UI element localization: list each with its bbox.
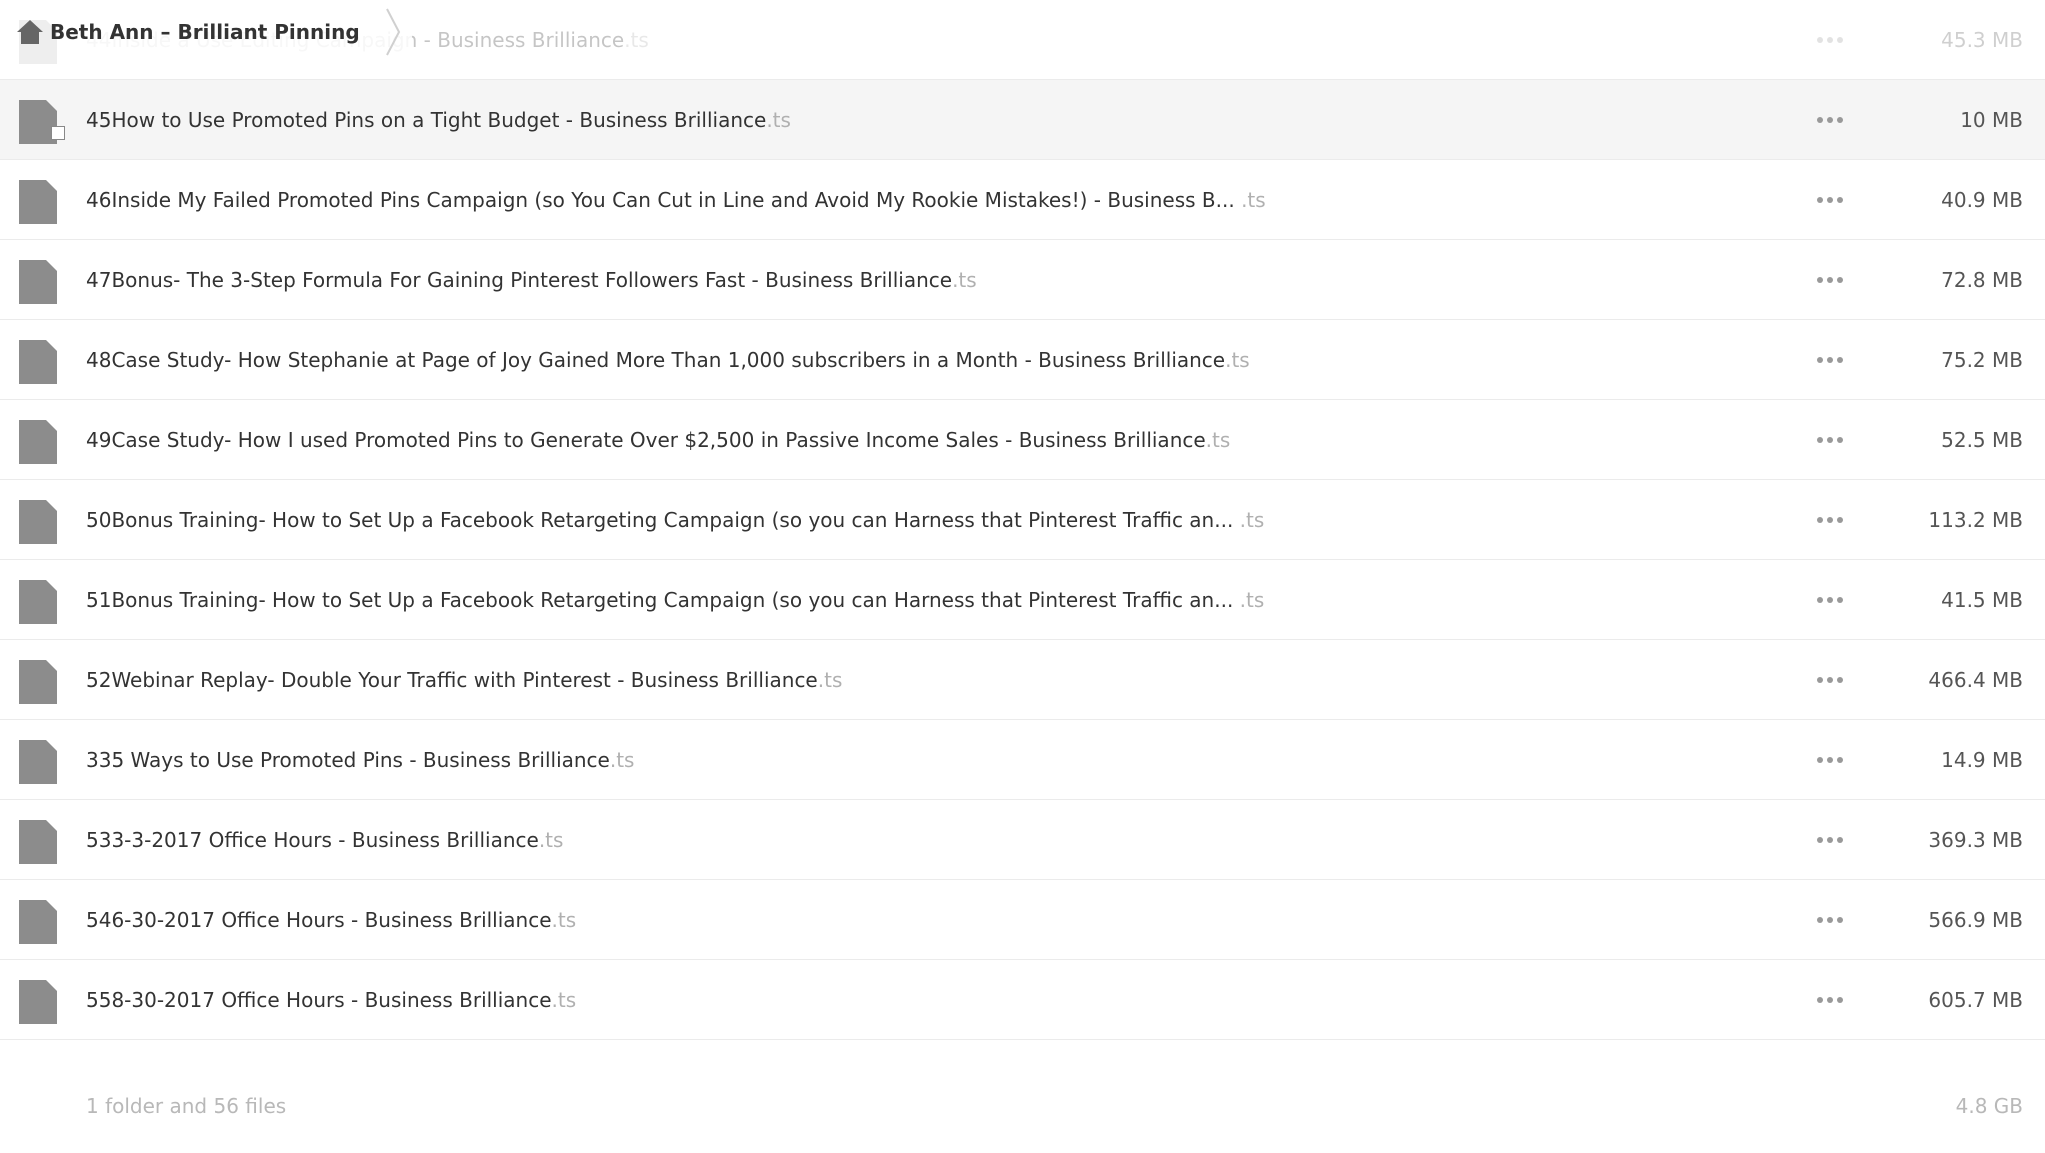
more-options-icon[interactable]	[1817, 670, 1843, 690]
more-options-icon[interactable]	[1817, 910, 1843, 930]
more-options-icon[interactable]	[1817, 510, 1843, 530]
file-icon	[19, 820, 57, 864]
file-icon	[19, 980, 57, 1024]
file-row[interactable]: 51Bonus Training- How to Set Up a Facebo…	[0, 560, 2045, 640]
more-options-icon[interactable]	[1817, 990, 1843, 1010]
file-icon	[19, 260, 57, 304]
chevron-right-icon	[385, 8, 400, 56]
breadcrumb: Beth Ann – Brilliant Pinning	[0, 0, 412, 64]
file-row[interactable]: 47Bonus- The 3-Step Formula For Gaining …	[0, 240, 2045, 320]
select-checkbox[interactable]	[51, 126, 65, 140]
file-size: 10 MB	[1960, 108, 2023, 132]
file-name-text: 45How to Use Promoted Pins on a Tight Bu…	[86, 108, 767, 132]
files-page: 44Inside a Use Editing Campaign - Busine…	[0, 0, 2045, 1153]
file-name-text: 51Bonus Training- How to Set Up a Facebo…	[86, 588, 1234, 612]
file-name-text: 48Case Study- How Stephanie at Page of J…	[86, 348, 1226, 372]
home-icon[interactable]	[16, 19, 44, 45]
file-icon	[19, 740, 57, 784]
file-name[interactable]: 49Case Study- How I used Promoted Pins t…	[86, 426, 1230, 454]
file-size: 75.2 MB	[1941, 348, 2023, 372]
file-name[interactable]: 558-30-2017 Office Hours - Business Bril…	[86, 986, 576, 1014]
file-extension: .ts	[624, 28, 649, 52]
file-name[interactable]: 46Inside My Failed Promoted Pins Campaig…	[86, 186, 1266, 214]
file-name-text: 47Bonus- The 3-Step Formula For Gaining …	[86, 268, 953, 292]
file-name[interactable]: 47Bonus- The 3-Step Formula For Gaining …	[86, 266, 977, 294]
file-size: 466.4 MB	[1928, 668, 2023, 692]
more-options-icon[interactable]	[1817, 750, 1843, 770]
file-name[interactable]: 533-3-2017 Office Hours - Business Brill…	[86, 826, 563, 854]
file-name-text: 49Case Study- How I used Promoted Pins t…	[86, 428, 1206, 452]
file-row[interactable]: 546-30-2017 Office Hours - Business Bril…	[0, 880, 2045, 960]
file-extension: .ts	[1241, 188, 1266, 212]
file-icon	[19, 340, 57, 384]
file-extension: .ts	[1239, 508, 1265, 532]
more-options-icon[interactable]	[1817, 110, 1843, 130]
file-name[interactable]: 50Bonus Training- How to Set Up a Facebo…	[86, 506, 1264, 534]
file-size: 45.3 MB	[1941, 28, 2023, 52]
more-options-icon[interactable]	[1817, 590, 1843, 610]
file-name[interactable]: 48Case Study- How Stephanie at Page of J…	[86, 346, 1250, 374]
file-name[interactable]: 546-30-2017 Office Hours - Business Bril…	[86, 906, 576, 934]
folder-summary: 1 folder and 56 files 4.8 GB	[0, 1080, 2045, 1140]
summary-total-size: 4.8 GB	[1955, 1094, 2023, 1118]
file-extension: .ts	[1225, 348, 1250, 372]
file-size: 41.5 MB	[1941, 588, 2023, 612]
more-options-icon[interactable]	[1817, 830, 1843, 850]
file-row[interactable]: 45How to Use Promoted Pins on a Tight Bu…	[0, 80, 2045, 160]
file-row[interactable]: 49Case Study- How I used Promoted Pins t…	[0, 400, 2045, 480]
file-extension: .ts	[609, 748, 635, 772]
file-icon	[19, 660, 57, 704]
file-row[interactable]: 50Bonus Training- How to Set Up a Facebo…	[0, 480, 2045, 560]
file-name-text: 52Webinar Replay- Double Your Traffic wi…	[86, 668, 818, 692]
file-icon	[19, 180, 57, 224]
file-list: 44Inside a Use Editing Campaign - Busine…	[0, 16, 2045, 1040]
file-size: 14.9 MB	[1941, 748, 2023, 772]
file-name-text: 50Bonus Training- How to Set Up a Facebo…	[86, 508, 1234, 532]
file-size: 52.5 MB	[1941, 428, 2023, 452]
file-icon	[19, 900, 57, 944]
file-icon	[19, 580, 57, 624]
file-name[interactable]: 45How to Use Promoted Pins on a Tight Bu…	[86, 106, 791, 134]
file-size: 72.8 MB	[1941, 268, 2023, 292]
more-options-icon[interactable]	[1817, 430, 1843, 450]
file-row[interactable]: 46Inside My Failed Promoted Pins Campaig…	[0, 160, 2045, 240]
file-extension: .ts	[1205, 428, 1231, 452]
file-row[interactable]: 48Case Study- How Stephanie at Page of J…	[0, 320, 2045, 400]
file-size: 566.9 MB	[1928, 908, 2023, 932]
file-extension: .ts	[551, 908, 577, 932]
file-name[interactable]: 51Bonus Training- How to Set Up a Facebo…	[86, 586, 1264, 614]
file-name-text: 533-3-2017 Office Hours - Business Brill…	[86, 828, 539, 852]
more-options-icon[interactable]	[1817, 30, 1843, 50]
file-extension: .ts	[538, 828, 564, 852]
file-extension: .ts	[766, 108, 791, 132]
summary-count: 1 folder and 56 files	[86, 1094, 287, 1118]
file-extension: .ts	[952, 268, 977, 292]
file-name-text: 46Inside My Failed Promoted Pins Campaig…	[86, 188, 1235, 212]
file-icon	[19, 500, 57, 544]
file-extension: .ts	[817, 668, 843, 692]
file-size: 40.9 MB	[1941, 188, 2023, 212]
file-row[interactable]: 533-3-2017 Office Hours - Business Brill…	[0, 800, 2045, 880]
file-size: 113.2 MB	[1928, 508, 2023, 532]
breadcrumb-current-folder[interactable]: Beth Ann – Brilliant Pinning	[50, 20, 360, 44]
file-name-text: 335 Ways to Use Promoted Pins - Business…	[86, 748, 610, 772]
file-name[interactable]: 52Webinar Replay- Double Your Traffic wi…	[86, 666, 842, 694]
more-options-icon[interactable]	[1817, 350, 1843, 370]
file-extension: .ts	[551, 988, 577, 1012]
more-options-icon[interactable]	[1817, 270, 1843, 290]
file-row[interactable]: 558-30-2017 Office Hours - Business Bril…	[0, 960, 2045, 1040]
file-name-text: 546-30-2017 Office Hours - Business Bril…	[86, 908, 552, 932]
file-icon	[19, 420, 57, 464]
more-options-icon[interactable]	[1817, 190, 1843, 210]
file-size: 605.7 MB	[1928, 988, 2023, 1012]
file-name-text: 558-30-2017 Office Hours - Business Bril…	[86, 988, 552, 1012]
file-size: 369.3 MB	[1928, 828, 2023, 852]
file-name[interactable]: 335 Ways to Use Promoted Pins - Business…	[86, 746, 634, 774]
file-extension: .ts	[1239, 588, 1265, 612]
file-row[interactable]: 335 Ways to Use Promoted Pins - Business…	[0, 720, 2045, 800]
file-row[interactable]: 52Webinar Replay- Double Your Traffic wi…	[0, 640, 2045, 720]
